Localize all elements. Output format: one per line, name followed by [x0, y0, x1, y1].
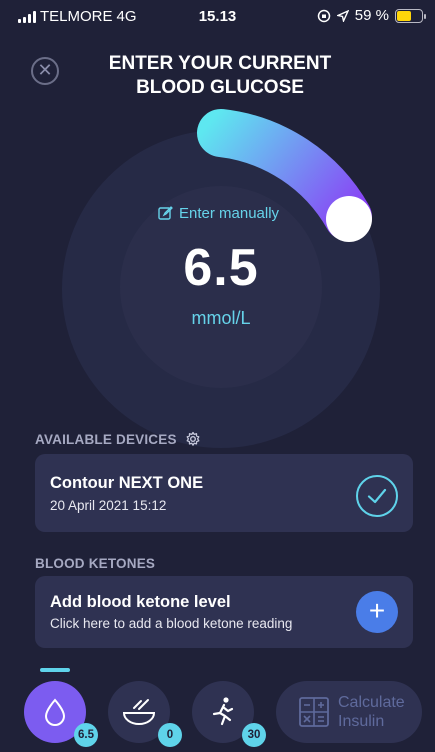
settings-icon[interactable] — [185, 431, 201, 447]
ketone-card-subtitle: Click here to add a blood ketone reading — [50, 616, 293, 631]
ketones-section-label: BLOOD KETONES — [35, 556, 156, 571]
glucose-value: 6.5 — [183, 239, 259, 297]
status-bar: TELMORE 4G 15.13 59 % — [0, 0, 435, 34]
plus-icon: + — [368, 595, 386, 626]
glucose-tab[interactable]: 6.5 — [24, 681, 98, 747]
status-right: 59 % — [317, 7, 426, 24]
devices-section-title: AVAILABLE DEVICES — [35, 431, 177, 447]
close-button[interactable]: ✕ — [31, 57, 59, 85]
calculator-icon — [299, 697, 329, 727]
edit-icon — [158, 205, 173, 220]
glucose-unit: mmol/L — [191, 308, 251, 328]
carbs-tab[interactable]: 0 — [108, 681, 182, 747]
device-card[interactable]: Contour NEXT ONE 20 April 2021 15:12 — [35, 454, 413, 532]
device-date: 20 April 2021 15:12 — [50, 498, 167, 513]
close-icon: ✕ — [37, 60, 53, 80]
exercise-tab[interactable]: 30 — [192, 681, 266, 747]
calculate-insulin-button[interactable]: Calculate Insulin — [276, 681, 422, 743]
enter-manually-label: Enter manually — [179, 204, 280, 222]
calculate-label-line-1: Calculate — [338, 694, 405, 711]
add-ketone-button[interactable]: + — [356, 591, 398, 633]
location-icon — [336, 9, 349, 22]
devices-section-label: AVAILABLE DEVICES — [35, 431, 201, 447]
orientation-lock-icon — [317, 9, 331, 22]
title-line-1: ENTER YOUR CURRENT — [108, 53, 332, 74]
exercise-badge: 30 — [242, 723, 266, 747]
device-selected-toggle[interactable] — [356, 475, 398, 517]
device-name: Contour NEXT ONE — [50, 474, 204, 492]
calculate-label-line-2: Insulin — [338, 713, 385, 730]
battery-icon — [395, 8, 426, 23]
ketone-card-title: Add blood ketone level — [50, 593, 231, 611]
calculate-insulin-label: Calculate Insulin — [338, 693, 405, 731]
glucose-badge: 6.5 — [74, 723, 98, 747]
ketone-card[interactable]: Add blood ketone level Click here to add… — [35, 576, 413, 648]
carbs-badge: 0 — [158, 723, 182, 747]
battery-percent: 59 % — [354, 7, 389, 24]
active-tab-indicator — [40, 668, 70, 672]
enter-manually-link[interactable]: Enter manually — [158, 202, 288, 224]
check-icon — [367, 488, 387, 504]
page-title: ENTER YOUR CURRENT BLOOD GLUCOSE — [70, 52, 370, 100]
title-line-2: BLOOD GLUCOSE — [136, 77, 304, 98]
